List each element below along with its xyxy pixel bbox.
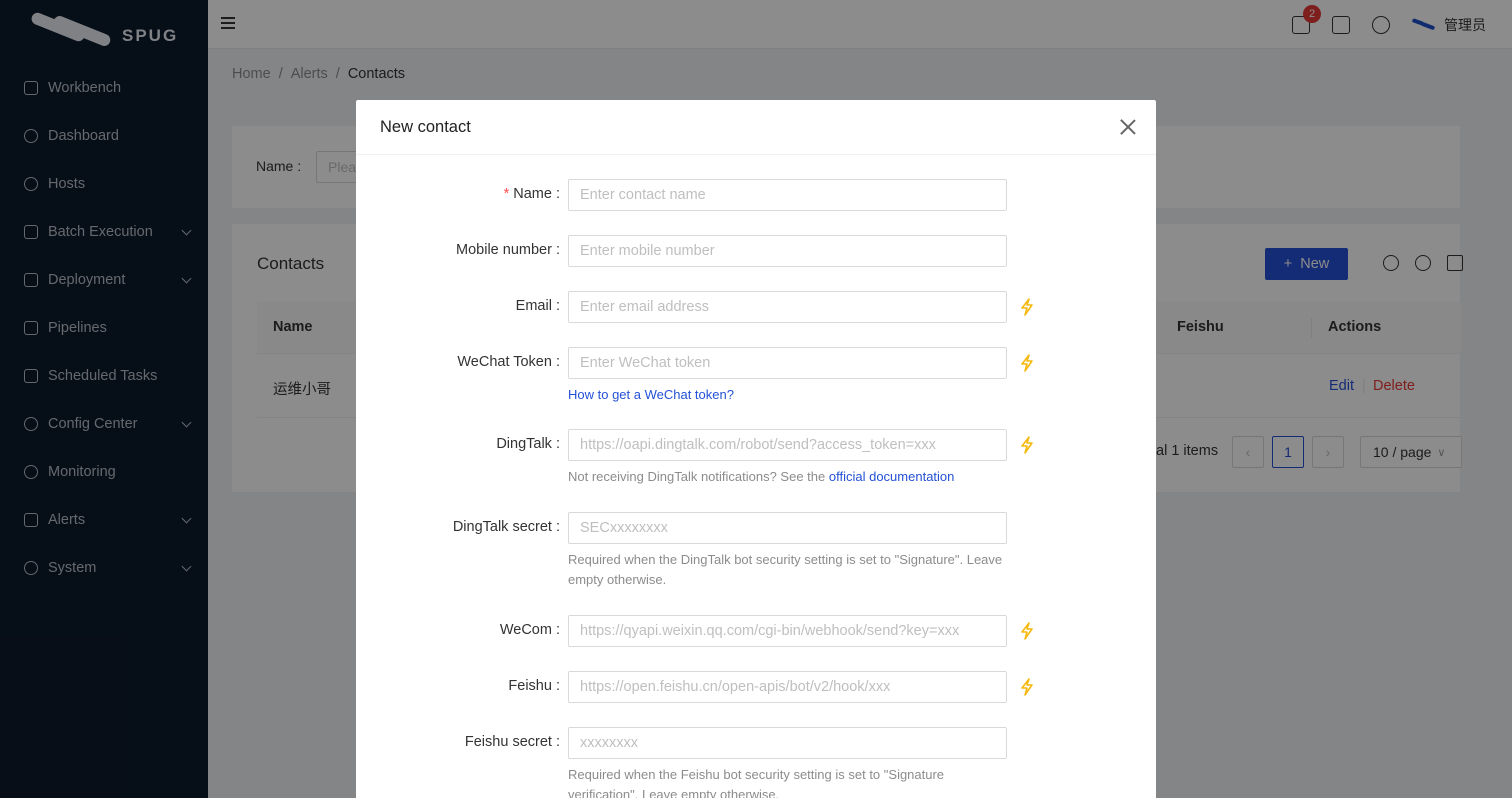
feishu-input[interactable]: https://open.feishu.cn/open-apis/bot/v2/… (568, 671, 1007, 703)
wechat-token-help-link[interactable]: How to get a WeChat token? (568, 387, 734, 402)
wechat-help: How to get a WeChat token? (568, 385, 1008, 405)
wechat-label: WeChat Token : (457, 354, 560, 370)
feishu-label: Feishu : (508, 678, 560, 694)
email-label: Email : (515, 298, 560, 314)
dingtalk-help-text: Not receiving DingTalk notifications? Se… (568, 469, 829, 484)
test-lightning-icon[interactable] (1020, 678, 1034, 696)
name-input[interactable]: Enter contact name (568, 179, 1007, 211)
wecom-label: WeCom : (499, 622, 560, 638)
test-lightning-icon[interactable] (1020, 354, 1034, 372)
dingtalk-label: DingTalk : (496, 436, 560, 452)
wecom-input[interactable]: https://qyapi.weixin.qq.com/cgi-bin/webh… (568, 615, 1007, 647)
modal-header: New contact (356, 100, 1156, 155)
feishu-secret-input[interactable]: xxxxxxxx (568, 727, 1007, 759)
test-lightning-icon[interactable] (1020, 622, 1034, 640)
dingtalk-secret-input[interactable]: SECxxxxxxxx (568, 512, 1007, 544)
feishu-secret-help: Required when the Feishu bot security se… (568, 767, 945, 798)
test-lightning-icon[interactable] (1020, 436, 1034, 454)
dingtalk-secret-label: DingTalk secret : (452, 519, 560, 535)
feishu-secret-label: Feishu secret : (464, 734, 560, 750)
mobile-input[interactable]: Enter mobile number (568, 235, 1007, 267)
new-contact-modal: New contact * Name : Enter contact name M… (356, 100, 1156, 798)
mobile-label: Mobile number : (456, 242, 560, 258)
test-lightning-icon[interactable] (1020, 298, 1034, 316)
dingtalk-docs-link[interactable]: official documentation (829, 469, 955, 484)
dingtalk-help: Not receiving DingTalk notifications? Se… (568, 467, 1008, 487)
dingtalk-secret-help: Required when the DingTalk bot security … (568, 552, 1003, 587)
email-input[interactable]: Enter email address (568, 291, 1007, 323)
wechat-token-input[interactable]: Enter WeChat token (568, 347, 1007, 379)
modal-title: New contact (380, 118, 471, 136)
dingtalk-input[interactable]: https://oapi.dingtalk.com/robot/send?acc… (568, 429, 1007, 461)
close-icon[interactable] (1120, 119, 1136, 135)
name-label: * Name : (503, 186, 560, 202)
